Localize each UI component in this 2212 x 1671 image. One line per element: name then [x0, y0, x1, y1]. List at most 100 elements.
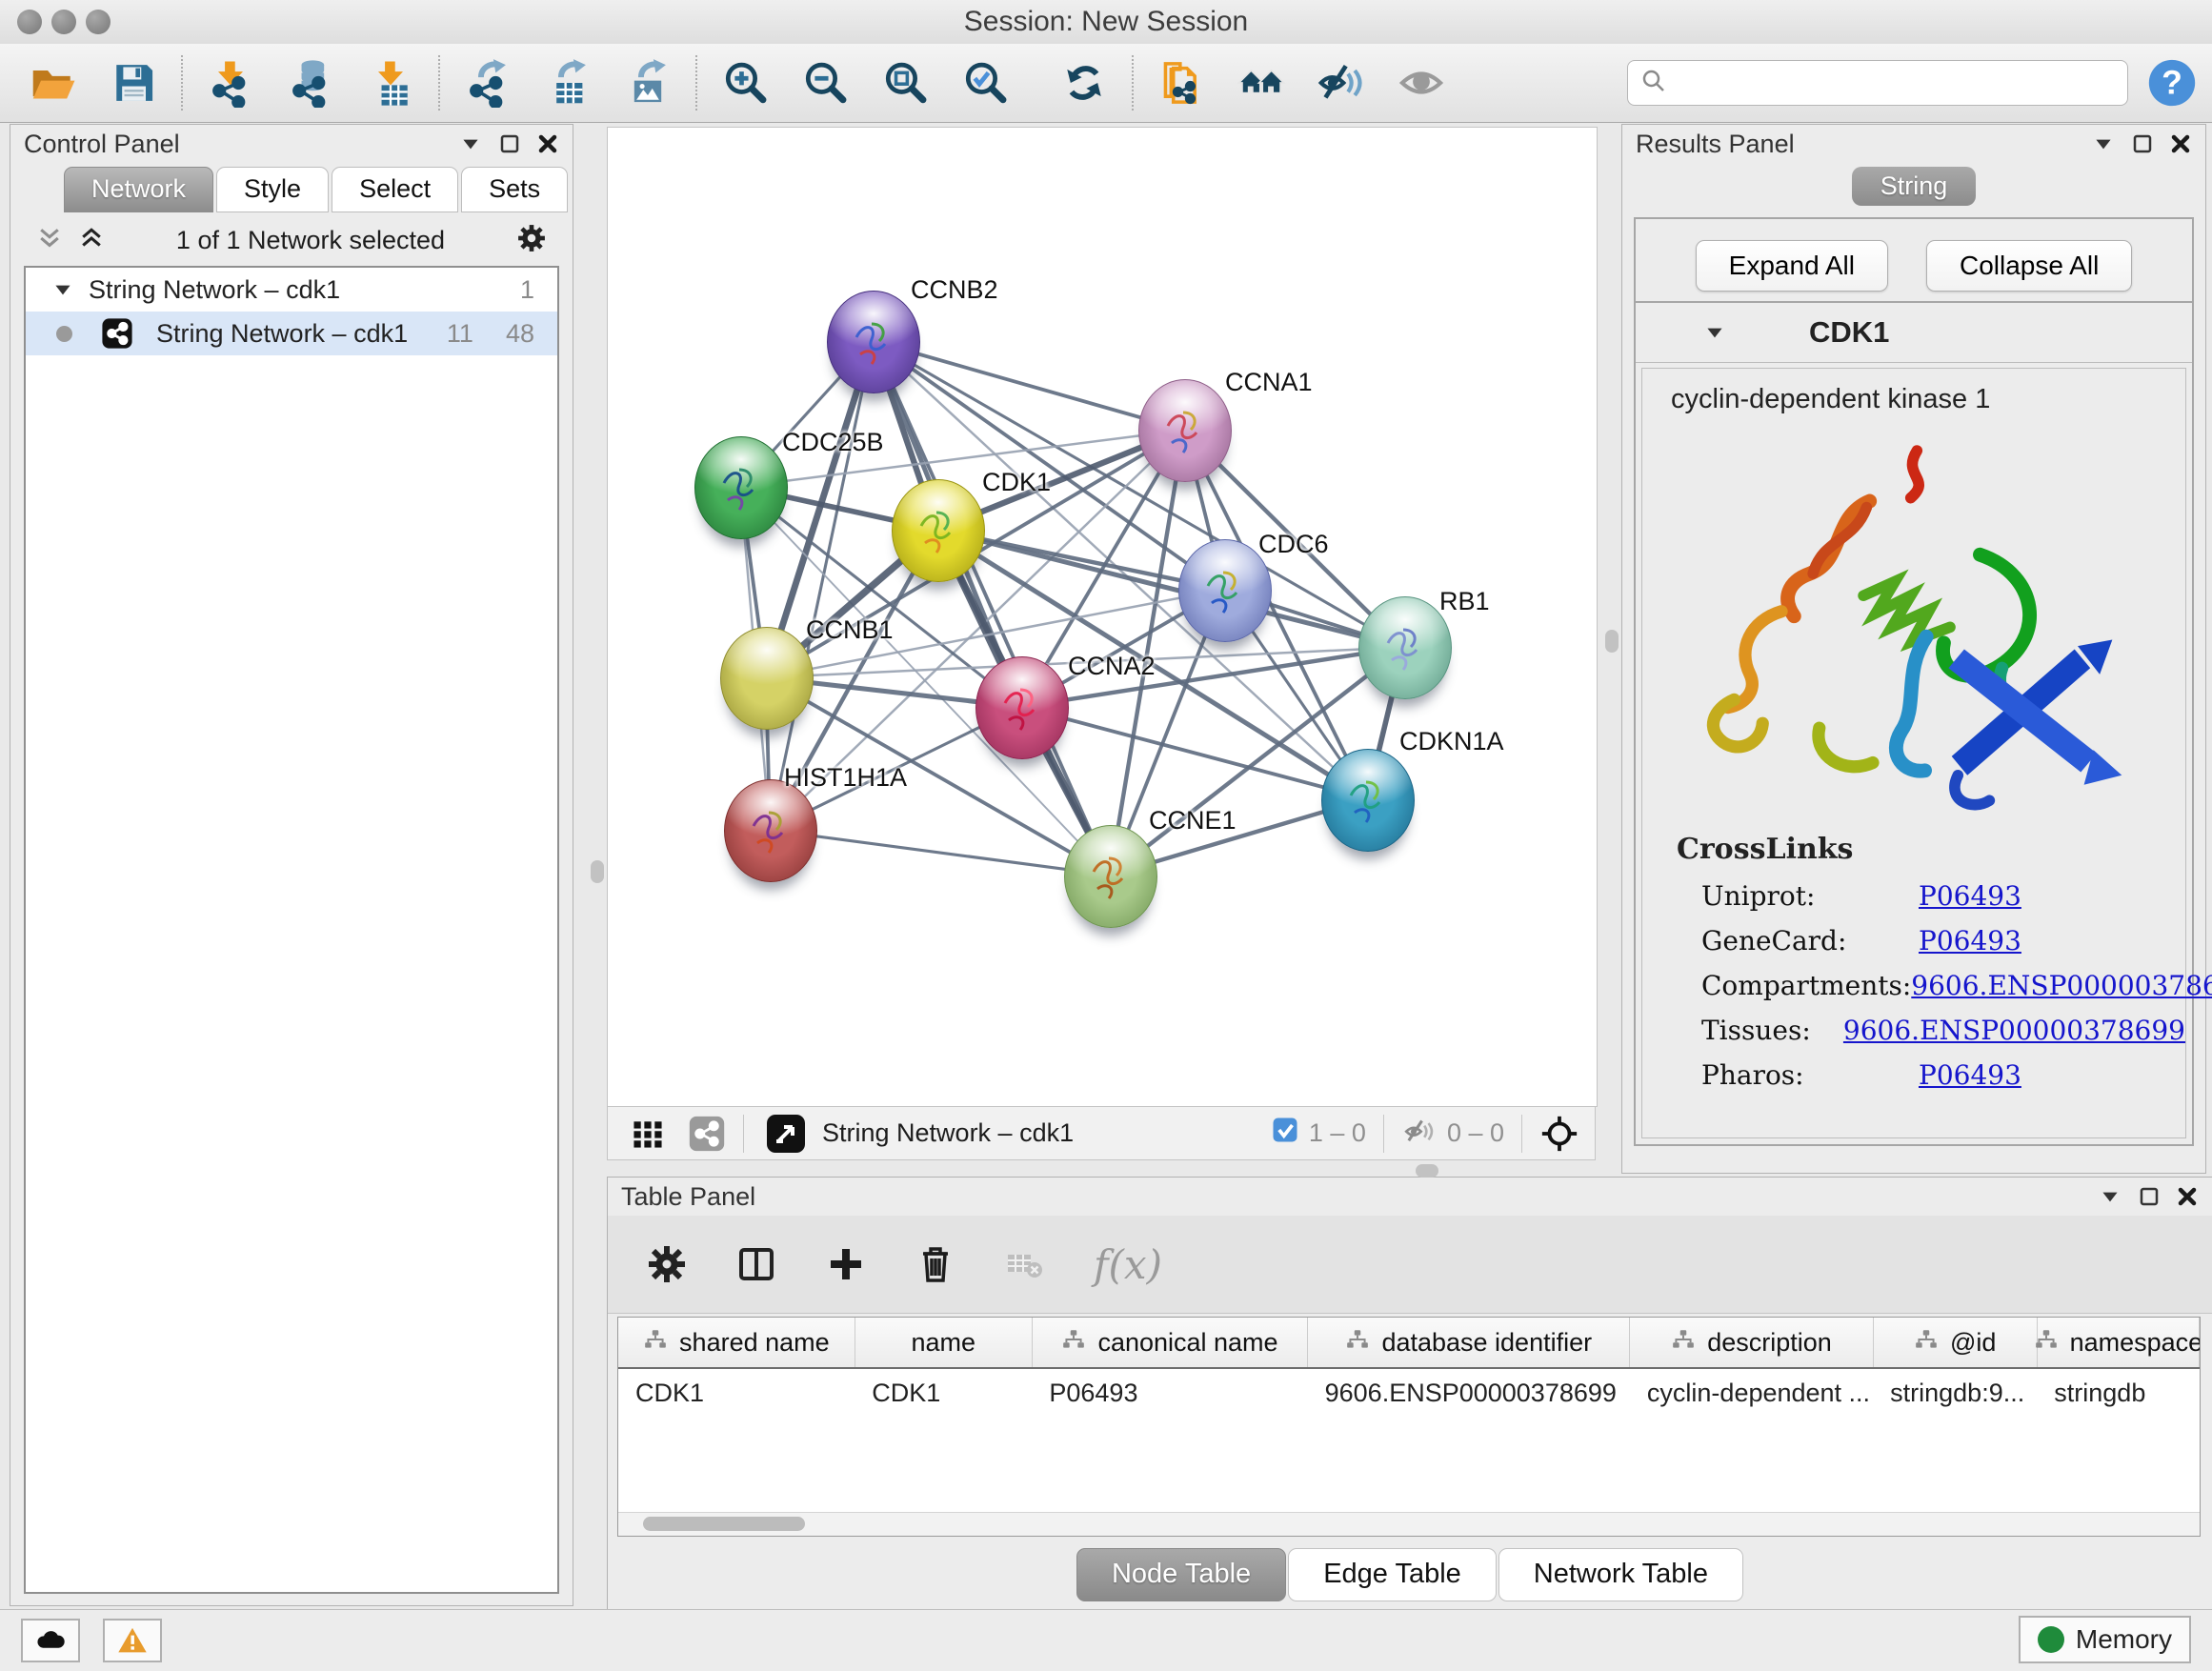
table-cell[interactable]: cyclin-dependent ...	[1630, 1368, 1873, 1417]
table-cell[interactable]: CDK1	[618, 1368, 855, 1417]
network-row-selected[interactable]: String Network – cdk1 11 48	[26, 312, 557, 355]
hidden-eye-icon[interactable]	[1401, 1112, 1438, 1155]
zoom-selected-button[interactable]	[945, 52, 1025, 113]
crosslink-link[interactable]: P06493	[1919, 880, 2021, 912]
tab-select[interactable]: Select	[332, 167, 458, 212]
table-cell[interactable]: stringdb	[2037, 1368, 2199, 1417]
collection-expand-icon[interactable]	[50, 277, 75, 302]
show-columns-icon[interactable]	[735, 1243, 777, 1285]
warnings-button[interactable]	[103, 1619, 162, 1662]
table-cell[interactable]: P06493	[1032, 1368, 1307, 1417]
maximize-window-button[interactable]	[86, 10, 111, 34]
network-node-cdk1[interactable]	[892, 479, 985, 582]
export-image-button[interactable]	[608, 52, 688, 113]
tab-sets[interactable]: Sets	[461, 167, 568, 212]
network-node-hist1h1a[interactable]	[724, 779, 817, 882]
table-cell[interactable]: CDK1	[855, 1368, 1032, 1417]
hide-graphics-details-button[interactable]	[1301, 52, 1381, 113]
column-header[interactable]: canonical name	[1032, 1318, 1307, 1368]
tab-style[interactable]: Style	[216, 167, 329, 212]
grid-view-icon[interactable]	[629, 1115, 667, 1153]
network-canvas[interactable]: CCNB2 CCNA1 CDC25B CDK1 CDC6 RB1CCNB1 CC…	[607, 127, 1598, 1107]
horizontal-scrollbar[interactable]	[618, 1512, 2200, 1536]
column-header[interactable]: namespace	[2037, 1318, 2199, 1368]
table-settings-gear-icon[interactable]	[646, 1243, 688, 1285]
zoom-out-button[interactable]	[785, 52, 865, 113]
string-home-button[interactable]	[1221, 52, 1301, 113]
crosslink-link[interactable]: P06493	[1919, 925, 2021, 956]
show-graphics-details-button[interactable]	[1381, 52, 1461, 113]
table-row[interactable]: CDK1CDK1P064939606.ENSP00000378699cyclin…	[618, 1368, 2200, 1417]
memory-button[interactable]: Memory	[2019, 1616, 2191, 1663]
network-options-gear-icon[interactable]	[515, 222, 548, 259]
splitter-handle[interactable]	[1605, 630, 1619, 653]
network-node-ccnb2[interactable]	[827, 291, 920, 393]
network-node-cdkn1a[interactable]	[1321, 749, 1415, 852]
clone-network-button[interactable]	[1141, 52, 1221, 113]
network-collection-row[interactable]: String Network – cdk1 1	[26, 268, 557, 312]
scrollbar-thumb[interactable]	[643, 1517, 805, 1531]
crosslink-link[interactable]: 9606.ENSP00000378699	[1911, 970, 2212, 1001]
float-panel-icon[interactable]	[2098, 1184, 2122, 1209]
network-node-ccna2[interactable]	[975, 656, 1069, 759]
add-column-icon[interactable]	[825, 1243, 867, 1285]
help-button[interactable]: ?	[2145, 56, 2199, 110]
expand-all-button[interactable]: Expand All	[1696, 240, 1888, 292]
maximize-panel-icon[interactable]	[2131, 132, 2154, 155]
close-panel-icon[interactable]	[2176, 1185, 2199, 1208]
maximize-panel-icon[interactable]	[2138, 1185, 2161, 1208]
selected-checkbox-icon[interactable]	[1271, 1116, 1299, 1151]
column-header[interactable]: name	[855, 1318, 1032, 1368]
network-node-rb1[interactable]	[1358, 596, 1452, 699]
table-cell[interactable]: stringdb:9...	[1873, 1368, 2037, 1417]
column-header[interactable]: database identifier	[1308, 1318, 1630, 1368]
delete-column-icon[interactable]	[915, 1243, 956, 1285]
zoom-fit-button[interactable]	[865, 52, 945, 113]
export-table-button[interactable]	[528, 52, 608, 113]
network-node-cdc25b[interactable]	[694, 436, 788, 539]
minimize-window-button[interactable]	[51, 10, 76, 34]
close-panel-icon[interactable]	[2169, 132, 2192, 155]
export-network-button[interactable]	[448, 52, 528, 113]
network-node-ccna1[interactable]	[1138, 379, 1232, 482]
import-network-database-button[interactable]	[271, 52, 351, 113]
import-network-file-button[interactable]	[191, 52, 271, 113]
open-session-button[interactable]	[13, 52, 93, 113]
column-header[interactable]: description	[1630, 1318, 1873, 1368]
tab-string[interactable]: String	[1852, 167, 1977, 206]
close-window-button[interactable]	[17, 10, 42, 34]
column-header[interactable]: shared name	[618, 1318, 855, 1368]
tab-network-table[interactable]: Network Table	[1498, 1548, 1743, 1601]
network-node-ccne1[interactable]	[1064, 825, 1157, 928]
float-panel-icon[interactable]	[458, 131, 483, 156]
maximize-panel-icon[interactable]	[498, 132, 521, 155]
tab-edge-table[interactable]: Edge Table	[1288, 1548, 1497, 1601]
birds-eye-view-icon[interactable]	[765, 1113, 807, 1155]
import-table-button[interactable]	[351, 52, 431, 113]
tab-network[interactable]: Network	[64, 167, 213, 212]
collapse-all-networks-icon[interactable]	[35, 224, 64, 257]
crosslink-link[interactable]: P06493	[1919, 1059, 2021, 1091]
save-session-button[interactable]	[93, 52, 173, 113]
search-field[interactable]	[1627, 60, 2128, 106]
search-input[interactable]	[1668, 68, 2116, 99]
network-share-gray-icon[interactable]	[688, 1115, 726, 1153]
delete-table-icon	[1004, 1243, 1046, 1285]
splitter-handle[interactable]	[591, 860, 604, 883]
splitter-handle[interactable]	[1416, 1164, 1438, 1178]
column-header[interactable]: @id	[1873, 1318, 2037, 1368]
crosshair-icon[interactable]	[1539, 1114, 1579, 1154]
close-panel-icon[interactable]	[536, 132, 559, 155]
zoom-in-button[interactable]	[705, 52, 785, 113]
network-node-ccnb1[interactable]	[720, 627, 814, 730]
collapse-all-button[interactable]: Collapse All	[1926, 240, 2132, 292]
expand-all-networks-icon[interactable]	[77, 224, 106, 257]
gene-entry-header[interactable]: CDK1	[1636, 303, 2192, 363]
crosslink-link[interactable]: 9606.ENSP00000378699	[1843, 1015, 2185, 1046]
table-cell[interactable]: 9606.ENSP00000378699	[1308, 1368, 1630, 1417]
float-panel-icon[interactable]	[2091, 131, 2116, 156]
tab-node-table[interactable]: Node Table	[1076, 1548, 1286, 1601]
gene-collapse-icon[interactable]	[1702, 320, 1727, 345]
apply-preferred-layout-button[interactable]	[1044, 52, 1124, 113]
cloud-button[interactable]	[21, 1619, 80, 1662]
